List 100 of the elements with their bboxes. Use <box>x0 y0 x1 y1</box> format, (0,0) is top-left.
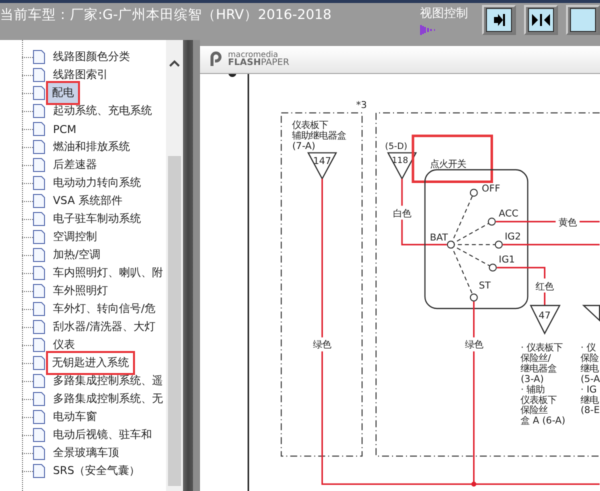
page-icon <box>33 248 45 262</box>
view-button[interactable] <box>524 5 558 35</box>
terminal-circle <box>470 293 478 302</box>
fuse-location-text: · IG <box>580 384 597 396</box>
flashpaper-logo-icon <box>208 51 224 68</box>
page-icon <box>33 104 45 118</box>
terminal-triangle <box>530 304 561 335</box>
arrows-inward-icon <box>532 14 550 26</box>
arrow-to-bar-icon <box>493 14 505 26</box>
page-icon <box>33 446 45 460</box>
fuse-location-text: 保险 <box>580 352 599 364</box>
page-icon <box>33 374 45 388</box>
logo-text: macromedia <box>228 50 279 60</box>
page-icon <box>33 212 45 226</box>
terminal-circle <box>470 188 478 197</box>
terminal-label: ACC <box>498 208 518 220</box>
page-icon <box>33 302 45 316</box>
page-icon <box>33 356 45 370</box>
tree-item[interactable]: 全景玻璃车顶 <box>52 446 120 460</box>
tree-item[interactable]: 电动后视镜、驻车和 <box>52 428 153 442</box>
chevron-up-icon[interactable] <box>169 60 180 67</box>
view-button[interactable] <box>566 5 600 35</box>
terminal-number: 147 <box>313 156 332 167</box>
relay-box-label: (7-A) <box>292 140 316 152</box>
tree-item[interactable]: 电动动力转向系统 <box>52 176 142 190</box>
fuse-location-text: 保险丝 <box>520 405 548 416</box>
wire-color-label: 黄色 <box>558 218 577 229</box>
tree-item[interactable]: 线路图颜色分类 <box>52 50 131 64</box>
fuse-location-text: 继电器盒 <box>520 363 557 374</box>
vehicle-model-title: 当前车型：厂家:G-广州本田缤智（HRV）2016-2018 <box>0 6 332 24</box>
tree-item[interactable]: 车外照明灯 <box>52 284 109 298</box>
tree-item[interactable]: 线路图索引 <box>52 68 109 82</box>
fuse-location-text: 继电 <box>580 363 599 374</box>
tree-item[interactable]: 加热/空调 <box>52 248 102 262</box>
page-icon <box>33 122 45 136</box>
scrollbar[interactable] <box>166 40 183 491</box>
tree-item[interactable]: 燃油和排放系统 <box>52 140 131 154</box>
tree-item[interactable]: PCM <box>52 122 78 136</box>
terminal-number: 47 <box>538 310 551 322</box>
terminal-circle <box>494 240 503 249</box>
relay-box-label: 仪表板下 <box>292 120 328 131</box>
page-icon <box>33 392 45 406</box>
tree-item[interactable]: SRS（安全气囊） <box>52 464 142 478</box>
tree-item[interactable]: 仪表 <box>52 338 76 352</box>
page-icon <box>33 176 45 190</box>
scrollbar-thumb[interactable] <box>168 156 181 486</box>
terminal-label: OFF <box>482 184 500 195</box>
page-icon <box>33 194 45 208</box>
view-control-label: 视图控制 <box>420 5 468 22</box>
view-button[interactable] <box>482 5 516 35</box>
terminal-triangle <box>387 152 417 180</box>
tree-item[interactable]: 车外灯、转向信号/危 <box>52 302 157 316</box>
tree-item[interactable]: 空调控制 <box>52 230 98 244</box>
page-icon <box>33 266 45 280</box>
terminal-label: ST <box>478 280 491 292</box>
tree-item[interactable]: 刮水器/清洗器、大灯 <box>52 320 157 334</box>
fuse-location-text: (5-A <box>580 374 600 385</box>
fuse-location-text: (3-A) <box>520 374 544 385</box>
page-icon <box>33 158 45 172</box>
tree-item[interactable]: 多路集成控制系统、遥 <box>52 374 164 388</box>
page-icon <box>33 50 45 64</box>
tree-item[interactable]: 电动车窗 <box>52 410 98 424</box>
note-text: *3 <box>356 100 367 111</box>
fuse-location-text: · 辅助 <box>520 384 545 396</box>
terminal-circle <box>488 264 497 272</box>
junction-dot <box>471 482 476 486</box>
terminal-label: BAT <box>430 232 448 244</box>
page-icon <box>33 464 45 478</box>
wire-color-label: 绿色 <box>464 339 483 350</box>
wire-color-label: 红色 <box>536 281 554 292</box>
fuse-location-text: · 仪表板下 <box>520 342 563 354</box>
tree-item[interactable]: 无钥匙进入系统 <box>46 351 135 375</box>
tree-item[interactable]: 车内照明灯、喇叭、附 <box>52 266 164 280</box>
logo-text: FLASHPAPER <box>228 59 290 68</box>
terminal-triangle <box>307 152 338 180</box>
fuse-location-text: 仪表板下 <box>520 394 557 406</box>
relay-box-label: 辅助继电器盒 <box>292 130 346 142</box>
terminal-number: 118 <box>392 154 408 165</box>
tree-item[interactable]: 配电 <box>46 81 80 105</box>
page-icon <box>33 320 45 334</box>
tree-item[interactable]: 后差速器 <box>52 158 98 172</box>
page-icon <box>33 410 45 424</box>
fuse-location-text: 保险丝/ <box>520 352 551 364</box>
tree-item[interactable]: 电子驻车制动系统 <box>52 212 142 226</box>
tree-item[interactable]: VSA 系统部件 <box>52 194 124 208</box>
fuse-location-text: 继电 <box>580 394 599 406</box>
page-icon <box>33 230 45 244</box>
terminal-circle <box>488 218 496 226</box>
page-icon <box>33 338 45 352</box>
fuse-location-text: 盒 A (6-A) <box>520 416 566 427</box>
page-icon <box>33 428 45 442</box>
tree-item[interactable]: 起动系统、充电系统 <box>52 104 153 118</box>
terminal-label: IG2 <box>504 232 521 243</box>
fuse-location-text: · 仪 <box>580 342 596 354</box>
switch-title: 点火开关 <box>430 158 466 170</box>
connector-ref-text: (5-D) <box>385 142 408 152</box>
tree-item[interactable]: 多路集成控制系统、无 <box>52 392 164 406</box>
wire-color-label: 绿色 <box>313 339 332 350</box>
terminal-circle <box>446 240 455 249</box>
page-icon <box>33 68 45 82</box>
